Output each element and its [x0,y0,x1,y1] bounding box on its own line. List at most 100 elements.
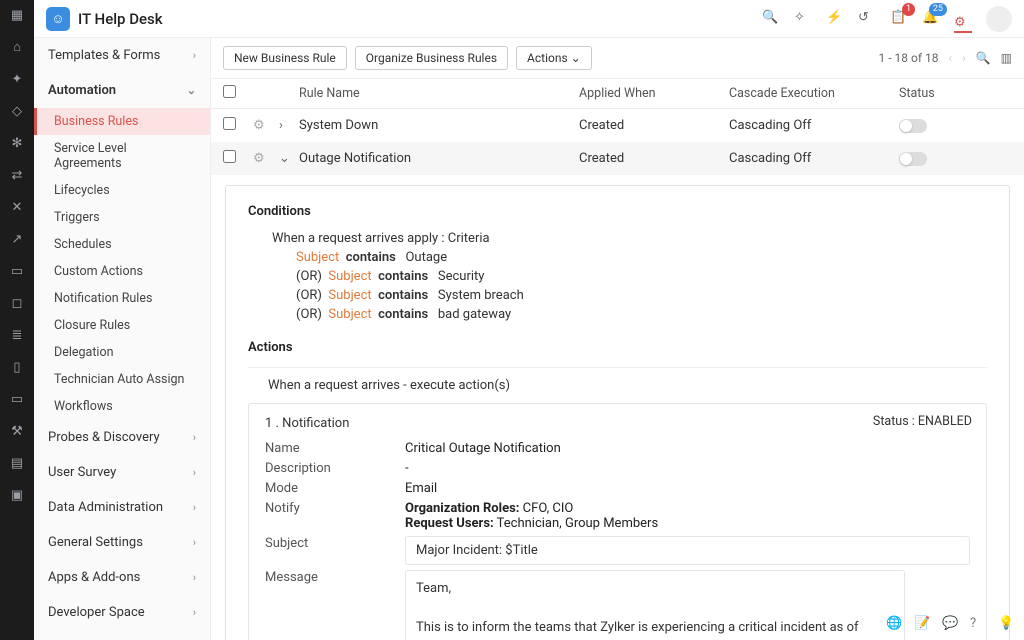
criteria-row: Subject contains Outage [248,250,987,265]
chevron-down-icon: ⌄ [571,51,581,65]
module-icon[interactable]: ✦ [8,70,26,88]
table-row[interactable]: ⚙ › System Down Created Cascading Off [211,109,1024,142]
new-business-rule-button[interactable]: New Business Rule [223,46,347,70]
pager-text: 1 - 18 of 18 [879,51,939,65]
home-icon[interactable]: ⌂ [8,38,26,56]
sidebar-item-survey[interactable]: User Survey› [34,455,210,490]
sidebar-sub-tech-auto-assign[interactable]: Technician Auto Assign [34,366,210,393]
sidebar-sub-lifecycles[interactable]: Lifecycles [34,177,210,204]
sidebar-sub-custom-actions[interactable]: Custom Actions [34,258,210,285]
sidebar-item-data-admin[interactable]: Data Administration› [34,490,210,525]
chevron-right-icon: › [193,606,196,619]
history-icon[interactable]: ↺ [858,10,876,28]
when-apply-text: When a request arrives apply : Criteria [248,231,987,246]
expand-icon[interactable]: › [279,118,299,133]
sidebar-item-general[interactable]: General Settings› [34,525,210,560]
main-content: New Business Rule Organize Business Rule… [211,38,1024,640]
select-all-checkbox[interactable] [223,85,236,98]
cube-icon[interactable]: ◻ [8,294,26,312]
sidebar-item-apps[interactable]: Apps & Add-ons› [34,560,210,595]
sidebar-item-automation[interactable]: Automation⌄ [34,73,210,108]
chevron-right-icon: › [193,501,196,514]
book-icon[interactable]: ▭ [8,262,26,280]
bug-icon[interactable]: ✕ [8,198,26,216]
sidebar-sub-closure-rules[interactable]: Closure Rules [34,312,210,339]
when-execute-text: When a request arrives - execute action(… [248,378,987,393]
chevron-right-icon: › [193,466,196,479]
settings-icon[interactable]: ⚙ [954,15,972,33]
bottom-toolbar: 🌐 📝 💬 ? 💡 [886,616,1016,634]
actions-button[interactable]: Actions ⌄ [516,46,592,70]
lang-icon[interactable]: 🌐 [886,616,904,634]
app-logo-icon: ☺ [46,7,70,31]
pager-prev-icon[interactable]: ‹ [948,51,952,65]
sidebar-sub-sla[interactable]: Service Level Agreements [34,135,210,177]
sidebar-item-probes[interactable]: Probes & Discovery› [34,420,210,455]
criteria-row: (OR) Subject contains bad gateway [248,307,987,322]
criteria-row: (OR) Subject contains Security [248,269,987,284]
icon-rail: ▦ ⌂ ✦ ◇ ✻ ⇄ ✕ ↗ ▭ ◻ ≣ ▯ ▭ ⚒ ▤ ▣ [0,0,34,640]
col-rule-name: Rule Name [299,86,579,101]
panel-icon[interactable]: ▤ [8,454,26,472]
columns-icon[interactable]: ▥ [1001,51,1012,65]
status-toggle[interactable] [899,152,927,166]
notification-number: 1 . Notification [265,416,970,431]
actions-heading: Actions [248,340,987,355]
table-row[interactable]: ⚙ ⌄ Outage Notification Created Cascadin… [211,142,1024,175]
col-status: Status [899,86,959,101]
rocket-icon[interactable]: ↗ [8,230,26,248]
chat-icon[interactable]: 💬 [942,616,960,634]
spark-icon[interactable]: ✧ [794,10,812,28]
criteria-row: (OR) Subject contains System breach [248,288,987,303]
tool-icon[interactable]: ⚒ [8,422,26,440]
sidebar-sub-delegation[interactable]: Delegation [34,339,210,366]
topbar: ☺ IT Help Desk 🔍 ✧ ⚡ ↺ 📋1 🔔25 ⚙ [34,0,1024,38]
rule-detail-panel: Conditions When a request arrives apply … [225,185,1010,640]
apps-grid-icon[interactable]: ▦ [8,6,26,24]
sidebar: Templates & Forms› Automation⌄ Business … [34,0,211,640]
table-header: Rule Name Applied When Cascade Execution… [211,78,1024,109]
app-title: IT Help Desk [78,10,163,28]
avatar[interactable] [986,6,1012,32]
row-checkbox[interactable] [223,150,236,163]
sidebar-sub-notification-rules[interactable]: Notification Rules [34,285,210,312]
pager-next-icon[interactable]: › [962,51,966,65]
toolbar: New Business Rule Organize Business Rule… [211,38,1024,78]
tag-icon[interactable]: ◇ [8,102,26,120]
card-icon[interactable]: ▭ [8,390,26,408]
row-gear-icon[interactable]: ⚙ [253,151,279,166]
db-icon[interactable]: ≣ [8,326,26,344]
message-field[interactable]: Team,This is to inform the teams that Zy… [405,570,905,640]
bolt-icon[interactable]: ⚡ [826,10,844,28]
chevron-right-icon: › [193,431,196,444]
help-icon[interactable]: ? [970,616,988,634]
conditions-heading: Conditions [248,204,987,219]
row-gear-icon[interactable]: ⚙ [253,118,279,133]
clipboard-icon[interactable]: 📋1 [890,10,908,28]
bell-icon[interactable]: 🔔25 [922,10,940,28]
sidebar-item-zia[interactable]: Zia› [34,630,210,640]
status-toggle[interactable] [899,119,927,133]
sidebar-sub-workflows[interactable]: Workflows [34,393,210,420]
sidebar-sub-schedules[interactable]: Schedules [34,231,210,258]
sidebar-item-developer[interactable]: Developer Space› [34,595,210,630]
gear2-icon[interactable]: ✻ [8,134,26,152]
status-enabled: Status : ENABLED [873,414,972,429]
user-icon[interactable]: ▯ [8,358,26,376]
row-checkbox[interactable] [223,117,236,130]
organize-rules-button[interactable]: Organize Business Rules [355,46,508,70]
note-icon[interactable]: 📝 [914,616,932,634]
search-list-icon[interactable]: 🔍 [976,51,991,65]
sidebar-item-templates[interactable]: Templates & Forms› [34,38,210,73]
chevron-down-icon: ⌄ [187,84,196,97]
col-cascade: Cascade Execution [729,86,899,101]
col-applied: Applied When [579,86,729,101]
subject-field[interactable]: Major Incident: $Title [405,536,970,565]
sidebar-sub-business-rules[interactable]: Business Rules [34,108,210,135]
bulb-icon[interactable]: 💡 [998,616,1016,634]
sidebar-sub-triggers[interactable]: Triggers [34,204,210,231]
other-icon[interactable]: ▣ [8,486,26,504]
search-icon[interactable]: 🔍 [762,10,780,28]
collapse-icon[interactable]: ⌄ [279,151,299,166]
shuffle-icon[interactable]: ⇄ [8,166,26,184]
